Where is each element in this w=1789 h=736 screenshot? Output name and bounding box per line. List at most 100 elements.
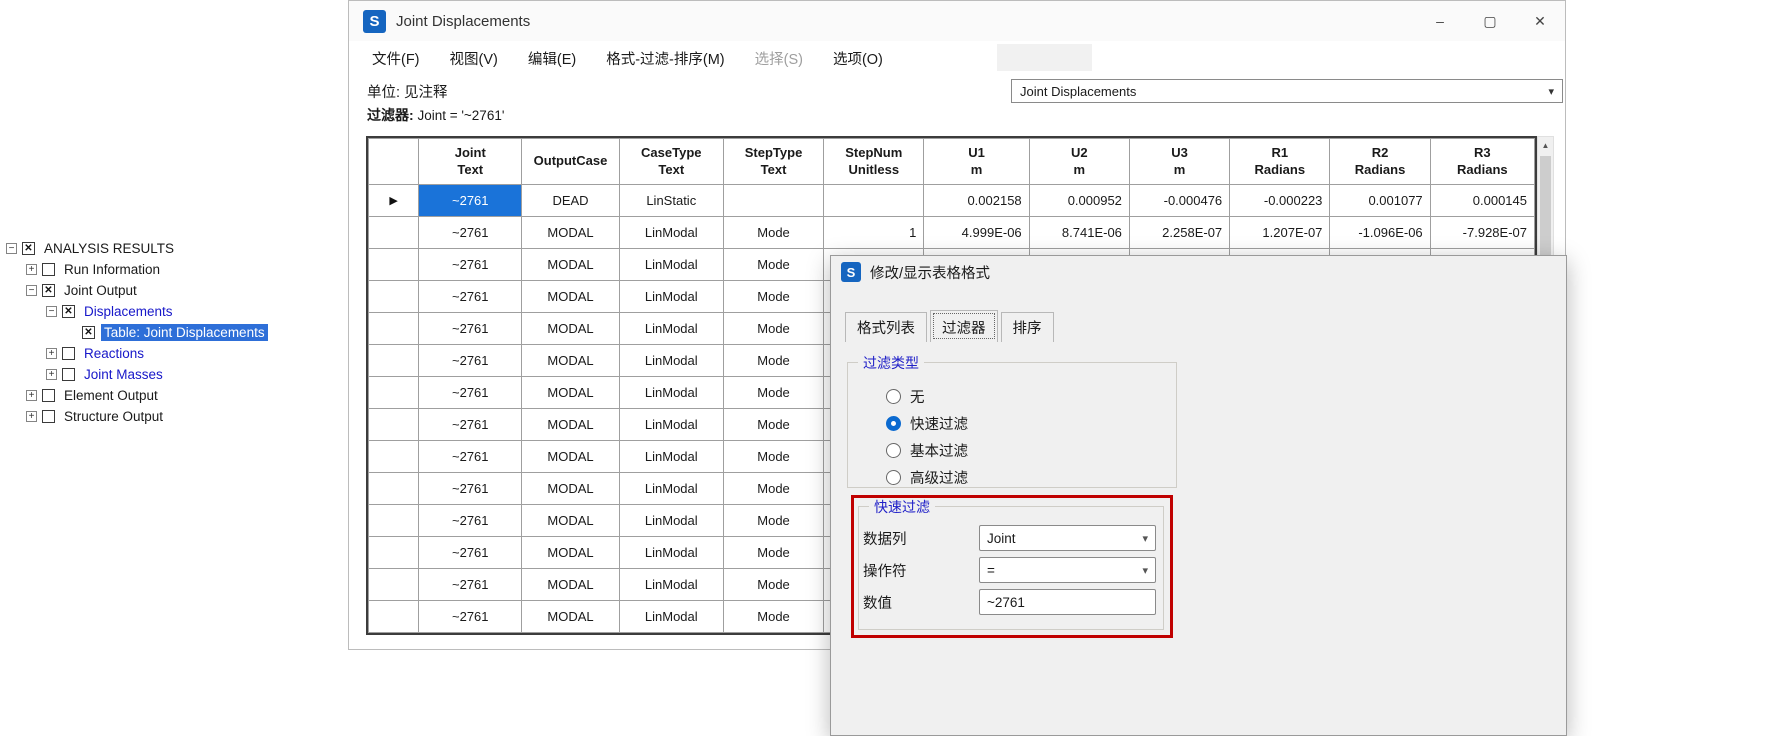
cell-steptype[interactable]: Mode: [723, 313, 823, 345]
field-dropdown[interactable]: Joint▾: [979, 525, 1156, 551]
checkbox-checked-icon[interactable]: ✕: [42, 284, 55, 297]
cell-joint[interactable]: ~2761: [419, 473, 522, 505]
cell-outputcase[interactable]: MODAL: [522, 441, 619, 473]
cell-outputcase[interactable]: MODAL: [522, 217, 619, 249]
cell-casetype[interactable]: LinModal: [619, 601, 723, 633]
tree-item[interactable]: +Run Information: [2, 259, 346, 280]
cell-steptype[interactable]: Mode: [723, 281, 823, 313]
radio-icon[interactable]: [886, 470, 901, 485]
cell-steptype[interactable]: Mode: [723, 473, 823, 505]
column-header[interactable]: CaseTypeText: [619, 139, 723, 185]
tree-item[interactable]: +Joint Masses: [2, 364, 346, 385]
row-selector[interactable]: [369, 409, 419, 441]
cell-casetype[interactable]: LinModal: [619, 281, 723, 313]
row-selector[interactable]: [369, 377, 419, 409]
cell-casetype[interactable]: LinModal: [619, 441, 723, 473]
cell-outputcase[interactable]: MODAL: [522, 473, 619, 505]
tree-item[interactable]: −✕Displacements: [2, 301, 346, 322]
row-selector[interactable]: [369, 505, 419, 537]
cell-outputcase[interactable]: DEAD: [522, 185, 619, 217]
radio-option[interactable]: 快速过滤: [886, 410, 968, 437]
cell-casetype[interactable]: LinModal: [619, 569, 723, 601]
cell-joint[interactable]: ~2761: [419, 377, 522, 409]
row-selector[interactable]: [369, 601, 419, 633]
tree-item[interactable]: +Element Output: [2, 385, 346, 406]
column-header[interactable]: U2m: [1029, 139, 1129, 185]
radio-icon[interactable]: [886, 443, 901, 458]
tab-2[interactable]: 排序: [1001, 312, 1054, 342]
cell-joint[interactable]: ~2761: [419, 185, 522, 217]
expand-icon[interactable]: +: [26, 411, 37, 422]
cell-casetype[interactable]: LinModal: [619, 505, 723, 537]
cell-joint[interactable]: ~2761: [419, 537, 522, 569]
cell-outputcase[interactable]: MODAL: [522, 505, 619, 537]
field-dropdown[interactable]: =▾: [979, 557, 1156, 583]
close-button[interactable]: ✕: [1515, 1, 1565, 41]
expand-icon[interactable]: +: [26, 264, 37, 275]
maximize-button[interactable]: ▢: [1465, 1, 1515, 41]
column-header[interactable]: StepTypeText: [723, 139, 823, 185]
cell-joint[interactable]: ~2761: [419, 569, 522, 601]
row-selector[interactable]: [369, 217, 419, 249]
cell-joint[interactable]: ~2761: [419, 217, 522, 249]
tree-item[interactable]: ✕Table: Joint Displacements: [2, 322, 346, 343]
cell-joint[interactable]: ~2761: [419, 409, 522, 441]
field-input[interactable]: ~2761: [979, 589, 1156, 615]
column-header[interactable]: U3m: [1129, 139, 1229, 185]
cell-outputcase[interactable]: MODAL: [522, 569, 619, 601]
cell-steptype[interactable]: Mode: [723, 217, 823, 249]
cell-u2[interactable]: 8.741E-06: [1029, 217, 1129, 249]
tree-item[interactable]: +Structure Output: [2, 406, 346, 427]
cell-joint[interactable]: ~2761: [419, 505, 522, 537]
cell-steptype[interactable]: Mode: [723, 569, 823, 601]
tab-0[interactable]: 格式列表: [845, 312, 927, 342]
checkbox-checked-icon[interactable]: ✕: [82, 326, 95, 339]
cell-stepnum[interactable]: 1: [824, 217, 924, 249]
cell-steptype[interactable]: Mode: [723, 377, 823, 409]
row-selector[interactable]: [369, 345, 419, 377]
cell-steptype[interactable]: Mode: [723, 537, 823, 569]
cell-steptype[interactable]: Mode: [723, 409, 823, 441]
cell-steptype[interactable]: [723, 185, 823, 217]
cell-joint[interactable]: ~2761: [419, 313, 522, 345]
row-selector[interactable]: [369, 249, 419, 281]
checkbox-checked-icon[interactable]: ✕: [62, 305, 75, 318]
cell-outputcase[interactable]: MODAL: [522, 249, 619, 281]
checkbox-checked-icon[interactable]: ✕: [22, 242, 35, 255]
column-header[interactable]: R3Radians: [1430, 139, 1534, 185]
cell-joint[interactable]: ~2761: [419, 441, 522, 473]
radio-option[interactable]: 无: [886, 383, 968, 410]
cell-casetype[interactable]: LinModal: [619, 313, 723, 345]
row-selector[interactable]: [369, 281, 419, 313]
column-header[interactable]: U1m: [924, 139, 1029, 185]
cell-joint[interactable]: ~2761: [419, 281, 522, 313]
cell-outputcase[interactable]: MODAL: [522, 281, 619, 313]
tree-item[interactable]: +Reactions: [2, 343, 346, 364]
collapse-icon[interactable]: −: [6, 243, 17, 254]
scrollbar-thumb[interactable]: [1540, 156, 1551, 266]
tab-1[interactable]: 过滤器: [930, 310, 998, 342]
table-select-dropdown[interactable]: Joint Displacements ▾: [1011, 79, 1563, 103]
column-header[interactable]: StepNumUnitless: [824, 139, 924, 185]
menu-item[interactable]: 文件(F): [357, 43, 435, 74]
cell-casetype[interactable]: LinModal: [619, 537, 723, 569]
radio-icon[interactable]: [886, 389, 901, 404]
scroll-up-icon[interactable]: ▲: [1538, 137, 1553, 154]
cell-casetype[interactable]: LinStatic: [619, 185, 723, 217]
checkbox-unchecked-icon[interactable]: [62, 368, 75, 381]
column-header[interactable]: R1Radians: [1230, 139, 1330, 185]
cell-r3[interactable]: 0.000145: [1430, 185, 1534, 217]
cell-steptype[interactable]: Mode: [723, 441, 823, 473]
row-selector[interactable]: [369, 569, 419, 601]
cell-joint[interactable]: ~2761: [419, 345, 522, 377]
cell-u1[interactable]: 0.002158: [924, 185, 1029, 217]
cell-u1[interactable]: 4.999E-06: [924, 217, 1029, 249]
cell-steptype[interactable]: Mode: [723, 601, 823, 633]
row-selector[interactable]: [369, 537, 419, 569]
cell-r2[interactable]: 0.001077: [1330, 185, 1430, 217]
table-row[interactable]: ▶~2761DEADLinStatic0.0021580.000952-0.00…: [369, 185, 1535, 217]
collapse-icon[interactable]: −: [26, 285, 37, 296]
row-selector[interactable]: [369, 473, 419, 505]
cell-steptype[interactable]: Mode: [723, 505, 823, 537]
cell-casetype[interactable]: LinModal: [619, 345, 723, 377]
